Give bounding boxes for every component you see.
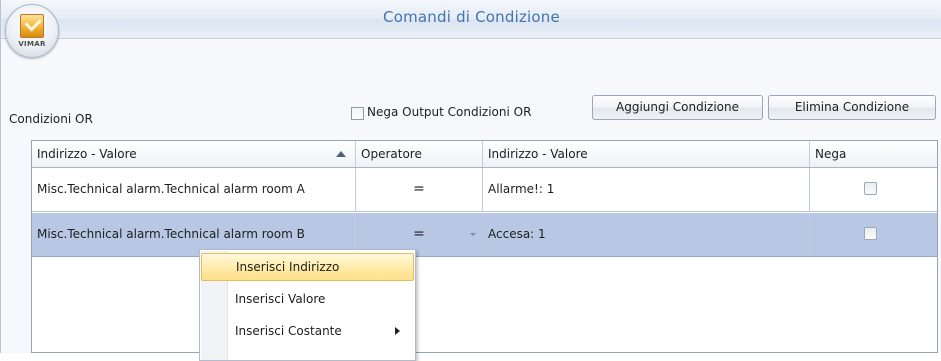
app-menu-button[interactable]: VIMAR (5, 4, 59, 58)
menu-item-label: Inserisci Indirizzo (236, 260, 340, 274)
condition-commands-window: Comandi di Condizione VIMAR Condizioni O… (0, 0, 941, 361)
menu-item-insert-constant[interactable]: Inserisci Costante (201, 317, 414, 345)
column-header-negate[interactable]: Nega (810, 141, 937, 167)
negate-checkbox[interactable] (864, 227, 877, 240)
negate-cell (810, 213, 937, 256)
column-header-address[interactable]: Indirizzo - Valore (32, 141, 356, 167)
value-cell[interactable]: Accesa: 1 (483, 213, 810, 256)
or-conditions-label: Condizioni OR (9, 112, 93, 126)
menu-item-insert-value[interactable]: Inserisci Valore (201, 285, 414, 313)
delete-condition-button[interactable]: Elimina Condizione (768, 95, 936, 120)
context-menu: Inserisci Indirizzo Inserisci Valore Ins… (199, 249, 416, 361)
grid-header: Indirizzo - Valore Operatore Indirizzo -… (32, 141, 937, 168)
window-title: Comandi di Condizione (383, 8, 560, 26)
logo-text: VIMAR (18, 40, 46, 48)
dropdown-arrow-icon[interactable] (470, 233, 476, 236)
menu-item-label: Inserisci Valore (235, 292, 326, 306)
conditions-grid: Indirizzo - Valore Operatore Indirizzo -… (31, 140, 938, 353)
conditions-toolbar: Condizioni OR Nega Output Condizioni OR … (1, 94, 941, 126)
column-header-label: Indirizzo - Valore (37, 147, 137, 161)
column-header-value[interactable]: Indirizzo - Valore (483, 141, 810, 167)
menu-item-label: Inserisci Costante (235, 324, 342, 338)
submenu-arrow-icon (395, 327, 400, 335)
negate-checkbox[interactable] (864, 182, 877, 195)
operator-cell[interactable]: = (356, 168, 483, 211)
negate-cell (810, 168, 937, 211)
table-row[interactable]: Misc.Technical alarm.Technical alarm roo… (32, 168, 937, 212)
menu-item-insert-address[interactable]: Inserisci Indirizzo (201, 253, 414, 281)
vimar-logo-icon (20, 14, 44, 38)
sort-ascending-icon (336, 151, 346, 157)
title-bar: Comandi di Condizione (1, 0, 941, 39)
column-header-operator[interactable]: Operatore (356, 141, 483, 167)
address-cell[interactable]: Misc.Technical alarm.Technical alarm roo… (32, 168, 356, 211)
negate-output-label[interactable]: Nega Output Condizioni OR (367, 105, 531, 119)
add-condition-button[interactable]: Aggiungi Condizione (592, 95, 763, 120)
operator-value: = (413, 226, 425, 242)
table-row-selected[interactable]: Misc.Technical alarm.Technical alarm roo… (32, 213, 937, 257)
negate-output-checkbox[interactable] (351, 107, 364, 120)
value-cell[interactable]: Allarme!: 1 (483, 168, 810, 211)
